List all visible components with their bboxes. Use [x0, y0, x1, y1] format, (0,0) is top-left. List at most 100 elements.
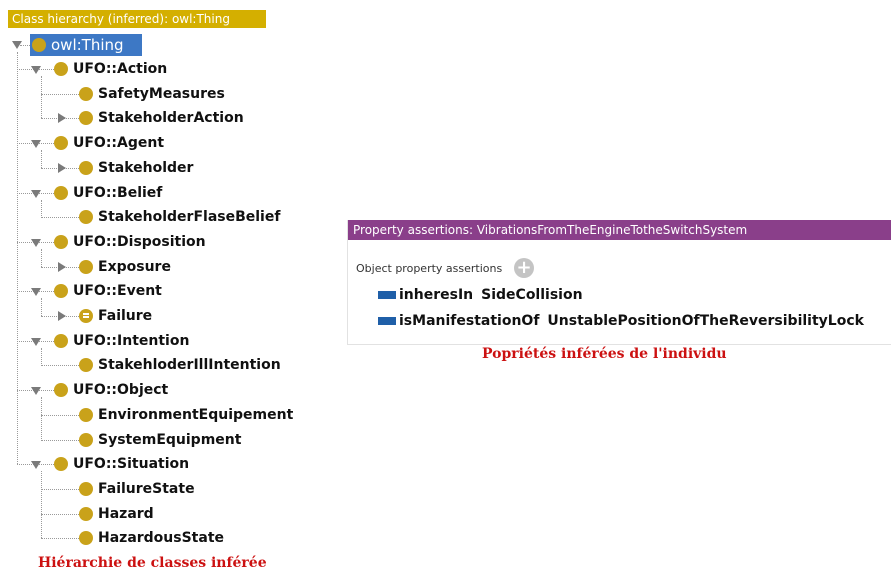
tree-node[interactable]: SafetyMeasures [79, 83, 225, 105]
class-hierarchy-header: Class hierarchy (inferred): owl:Thing [8, 10, 266, 28]
class-icon [79, 531, 93, 545]
tree-node[interactable]: UFO::Object [54, 379, 168, 401]
tree-node-label: UFO::Agent [73, 135, 165, 151]
tree-node-label: StakeholderAction [98, 110, 244, 126]
class-hierarchy-tree: Class hierarchy (inferred): owl:Thing ow… [0, 0, 330, 578]
tree-node[interactable]: UFO::Event [54, 280, 162, 302]
tree-node[interactable]: HazardousState [79, 527, 224, 549]
tree-connector [41, 514, 81, 515]
tree-node-label: Stakeholder [98, 160, 194, 176]
collapse-toggle[interactable] [31, 461, 41, 469]
tree-connector [41, 538, 81, 539]
tree-node-label: UFO::Intention [73, 333, 190, 349]
tree-node[interactable]: UFO::Action [54, 58, 167, 80]
collapse-toggle[interactable] [31, 338, 41, 346]
screenshot-root: Class hierarchy (inferred): owl:Thing ow… [0, 0, 891, 578]
tree-node-label: FailureState [98, 481, 195, 497]
tree-node[interactable]: Exposure [79, 256, 171, 278]
object-property-icon [378, 317, 396, 325]
tree-root-label: owl:Thing [51, 36, 124, 54]
tree-node-label: Hazard [98, 506, 154, 522]
tree-node-label: UFO::Event [73, 283, 162, 299]
class-icon [79, 87, 93, 101]
object-property-icon [378, 291, 396, 299]
tree-guide-line [41, 200, 42, 218]
tree-node[interactable]: SystemEquipment [79, 429, 241, 451]
tree-node[interactable]: UFO::Agent [54, 132, 164, 154]
tree-node-label: StakehloderIllIntention [98, 357, 281, 373]
collapse-toggle[interactable] [31, 140, 41, 148]
tree-node[interactable]: UFO::Belief [54, 182, 162, 204]
collapse-toggle[interactable] [31, 190, 41, 198]
expand-toggle[interactable] [58, 113, 66, 123]
class-icon [79, 433, 93, 447]
tree-node-label: Failure [98, 308, 153, 324]
class-icon [54, 383, 68, 397]
class-icon [79, 408, 93, 422]
tree-node-label: HazardousState [98, 530, 225, 546]
assertion-row[interactable]: isManifestationOf UnstablePositionOfTheR… [378, 310, 864, 332]
expand-toggle[interactable] [58, 311, 66, 321]
tree-guide-line [41, 397, 42, 439]
tree-guide-line [41, 348, 42, 366]
tree-connector [41, 217, 81, 218]
tree-node[interactable]: StakehloderIllIntention [79, 354, 281, 376]
tree-node[interactable]: Failure [79, 305, 152, 327]
tree-connector [41, 489, 81, 490]
property-assertions-header: Property assertions: VibrationsFromTheEn… [348, 220, 891, 240]
tree-guide-line [41, 150, 42, 168]
collapse-toggle[interactable] [31, 288, 41, 296]
class-icon [54, 186, 68, 200]
assertion-value: SideCollision [481, 287, 583, 303]
collapse-toggle[interactable] [31, 66, 41, 74]
class-icon [79, 111, 93, 125]
tree-node[interactable]: EnvironmentEquipement [79, 404, 293, 426]
tree-node[interactable]: StakeholderAction [79, 107, 244, 129]
tree-guide-line [41, 249, 42, 267]
tree-node[interactable]: UFO::Intention [54, 330, 189, 352]
tree-connector [41, 440, 81, 441]
tree-node[interactable]: UFO::Situation [54, 453, 189, 475]
tree-connector [20, 45, 30, 46]
tree-node-label: UFO::Belief [73, 185, 163, 201]
collapse-toggle[interactable] [31, 239, 41, 247]
tree-node[interactable]: FailureState [79, 478, 195, 500]
class-icon [79, 161, 93, 175]
class-icon [32, 38, 46, 52]
tree-node[interactable]: Hazard [79, 503, 154, 525]
tree-connector [41, 94, 81, 95]
class-icon [79, 260, 93, 274]
tree-node-label: UFO::Object [73, 382, 169, 398]
tree-node[interactable]: UFO::Disposition [54, 231, 206, 253]
tree-node-label: UFO::Situation [73, 456, 190, 472]
tree-node-label: StakeholderFlaseBelief [98, 209, 281, 225]
tree-guide-line [41, 298, 42, 316]
tree-node-label: SafetyMeasures [98, 86, 225, 102]
expand-toggle[interactable] [58, 163, 66, 173]
class-icon [54, 136, 68, 150]
expand-toggle[interactable] [58, 262, 66, 272]
class-icon [79, 210, 93, 224]
tree-node-label: EnvironmentEquipement [98, 407, 294, 423]
tree-connector [41, 415, 81, 416]
class-icon [79, 507, 93, 521]
tree-node-label: SystemEquipment [98, 432, 242, 448]
class-icon [54, 457, 68, 471]
class-icon [54, 235, 68, 249]
add-assertion-button[interactable]: + [514, 258, 534, 278]
tree-root-selected[interactable]: owl:Thing [30, 34, 142, 56]
collapse-toggle[interactable] [31, 387, 41, 395]
assertion-property: inheresIn [399, 287, 474, 303]
tree-guide-line [41, 471, 42, 538]
hierarchy-caption: Hiérarchie de classes inférée [38, 555, 267, 571]
tree-node-label: Exposure [98, 259, 171, 275]
class-icon [79, 358, 93, 372]
tree-connector [41, 365, 81, 366]
tree-node[interactable]: Stakeholder [79, 157, 193, 179]
tree-guide-line [41, 76, 42, 118]
tree-node[interactable]: StakeholderFlaseBelief [79, 206, 280, 228]
tree-guide-line [17, 52, 18, 464]
tree-node-label: UFO::Action [73, 61, 168, 77]
assertion-row[interactable]: inheresIn SideCollision [378, 284, 583, 306]
object-property-assertions-label: Object property assertions [356, 262, 503, 275]
